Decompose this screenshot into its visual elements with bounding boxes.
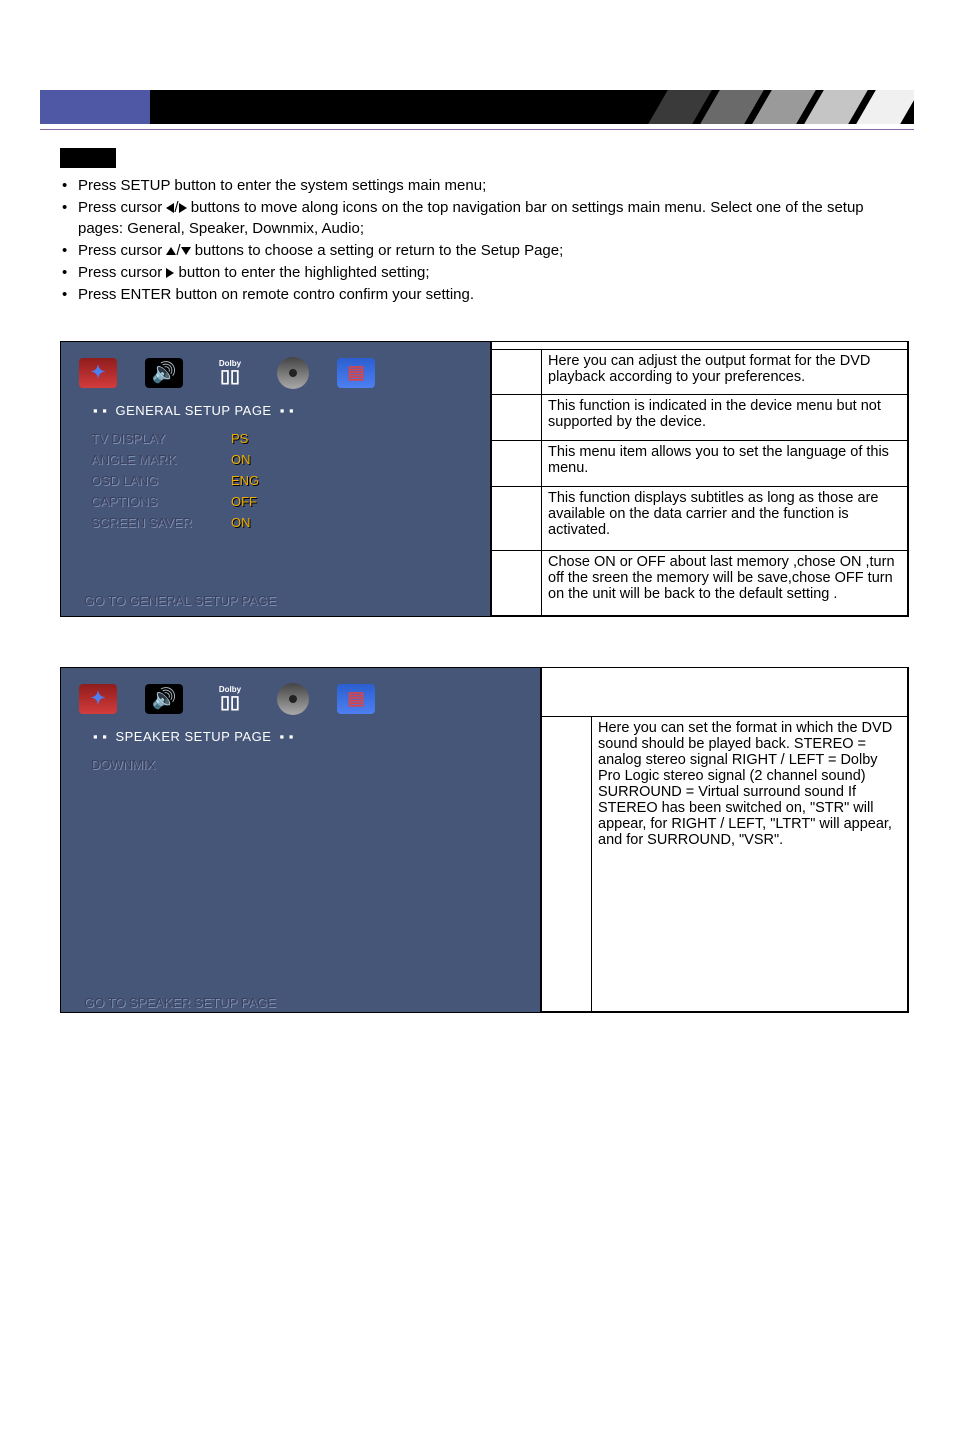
desc-text: This function displays subtitles as long… bbox=[542, 486, 908, 550]
menu-row[interactable]: ANGLE MARK ON bbox=[91, 449, 472, 470]
nav-icon-dolby[interactable]: Dolby ▯▯ bbox=[211, 684, 249, 714]
nav-icon-speaker[interactable]: 🔊 bbox=[145, 684, 183, 714]
menu-row-value: ENG bbox=[231, 473, 259, 488]
menu-row[interactable]: OSD LANG ENG bbox=[91, 470, 472, 491]
general-setup-screen: ✦ 🔊 Dolby ▯▯ ▤ ▪ ▪ GENERAL SETUP PAGE ▪ … bbox=[61, 342, 491, 616]
menu-row[interactable]: CAPTIONS OFF bbox=[91, 491, 472, 512]
menu-row-label: DOWNMIX bbox=[91, 757, 231, 772]
desc-text: Here you can set the format in which the… bbox=[592, 717, 908, 1011]
desc-text: Here you can adjust the output format fo… bbox=[542, 349, 908, 395]
menu-row-label: TV DISPLAY bbox=[91, 431, 231, 446]
nav-icon-dolby[interactable]: Dolby ▯▯ bbox=[211, 358, 249, 388]
instruction-item: Press cursor button to enter the highlig… bbox=[60, 263, 909, 283]
speaker-setup-block: ✦ 🔊 Dolby ▯▯ ▤ ▪ ▪ SPEAKER SETUP PAGE ▪ … bbox=[60, 667, 909, 1013]
instruction-list: Press SETUP button to enter the system s… bbox=[60, 176, 909, 306]
menu-row-label: OSD LANG bbox=[91, 473, 231, 488]
nav-icon-disc[interactable] bbox=[277, 357, 309, 389]
desc-key bbox=[492, 551, 542, 615]
setup-page-title: ▪ ▪ GENERAL SETUP PAGE ▪ ▪ bbox=[89, 403, 472, 418]
speaker-setup-screen: ✦ 🔊 Dolby ▯▯ ▤ ▪ ▪ SPEAKER SETUP PAGE ▪ … bbox=[61, 668, 541, 1012]
general-menu-rows: TV DISPLAY PS ANGLE MARK ON OSD LANG ENG… bbox=[91, 428, 472, 533]
menu-row-value: ON bbox=[231, 452, 251, 467]
desc-key bbox=[492, 395, 542, 441]
general-setup-block: ✦ 🔊 Dolby ▯▯ ▤ ▪ ▪ GENERAL SETUP PAGE ▪ … bbox=[60, 341, 909, 617]
menu-row[interactable]: TV DISPLAY PS bbox=[91, 428, 472, 449]
menu-row-value: OFF bbox=[231, 494, 257, 509]
desc-text: This function is indicated in the device… bbox=[542, 395, 908, 441]
arrow-right-icon bbox=[166, 268, 174, 278]
nav-icon-general[interactable]: ✦ bbox=[79, 358, 117, 388]
menu-row-value: ON bbox=[231, 515, 251, 530]
instruction-item: Press cursor / buttons to move along ico… bbox=[60, 198, 909, 239]
nav-icon-speaker[interactable]: 🔊 bbox=[145, 358, 183, 388]
nav-icon-lang[interactable]: ▤ bbox=[337, 684, 375, 714]
decorative-stripes bbox=[654, 90, 914, 124]
arrow-right-icon bbox=[179, 203, 187, 213]
header-divider bbox=[40, 129, 914, 130]
speaker-menu-rows: DOWNMIX bbox=[91, 754, 522, 775]
nav-icon-disc[interactable] bbox=[277, 683, 309, 715]
instruction-item: Press cursor / buttons to choose a setti… bbox=[60, 241, 909, 261]
menu-row-label: SCREEN SAVER bbox=[91, 515, 231, 530]
general-desc-table: Here you can adjust the output format fo… bbox=[491, 342, 908, 616]
desc-text: This menu item allows you to set the lan… bbox=[542, 440, 908, 486]
menu-row[interactable]: SCREEN SAVER ON bbox=[91, 512, 472, 533]
setup-nav-icons: ✦ 🔊 Dolby ▯▯ ▤ bbox=[79, 683, 522, 715]
nav-icon-general[interactable]: ✦ bbox=[79, 684, 117, 714]
desc-key bbox=[492, 349, 542, 395]
instruction-item: Press SETUP button to enter the system s… bbox=[60, 176, 909, 196]
arrow-down-icon bbox=[181, 247, 191, 255]
arrow-left-icon bbox=[166, 203, 174, 213]
setup-footer-hint: GO TO GENERAL SETUP PAGE bbox=[84, 593, 472, 608]
nav-icon-lang[interactable]: ▤ bbox=[337, 358, 375, 388]
menu-row-label: ANGLE MARK bbox=[91, 452, 231, 467]
instruction-item: Press ENTER button on remote contro conf… bbox=[60, 285, 909, 305]
setup-page-title: ▪ ▪ SPEAKER SETUP PAGE ▪ ▪ bbox=[89, 729, 522, 744]
speaker-desc-table: Here you can set the format in which the… bbox=[541, 668, 908, 1012]
section-black-box bbox=[60, 148, 116, 168]
arrow-up-icon bbox=[166, 247, 176, 255]
desc-key bbox=[542, 717, 592, 1011]
desc-key bbox=[492, 440, 542, 486]
menu-row-label: CAPTIONS bbox=[91, 494, 231, 509]
desc-text: Chose ON or OFF about last memory ,chose… bbox=[542, 551, 908, 615]
setup-nav-icons: ✦ 🔊 Dolby ▯▯ ▤ bbox=[79, 357, 472, 389]
menu-row-value: PS bbox=[231, 431, 248, 446]
header-title-bar bbox=[40, 90, 914, 124]
setup-footer-hint: GO TO SPEAKER SETUP PAGE bbox=[84, 995, 522, 1010]
menu-row[interactable]: DOWNMIX bbox=[91, 754, 522, 775]
desc-key bbox=[492, 486, 542, 550]
